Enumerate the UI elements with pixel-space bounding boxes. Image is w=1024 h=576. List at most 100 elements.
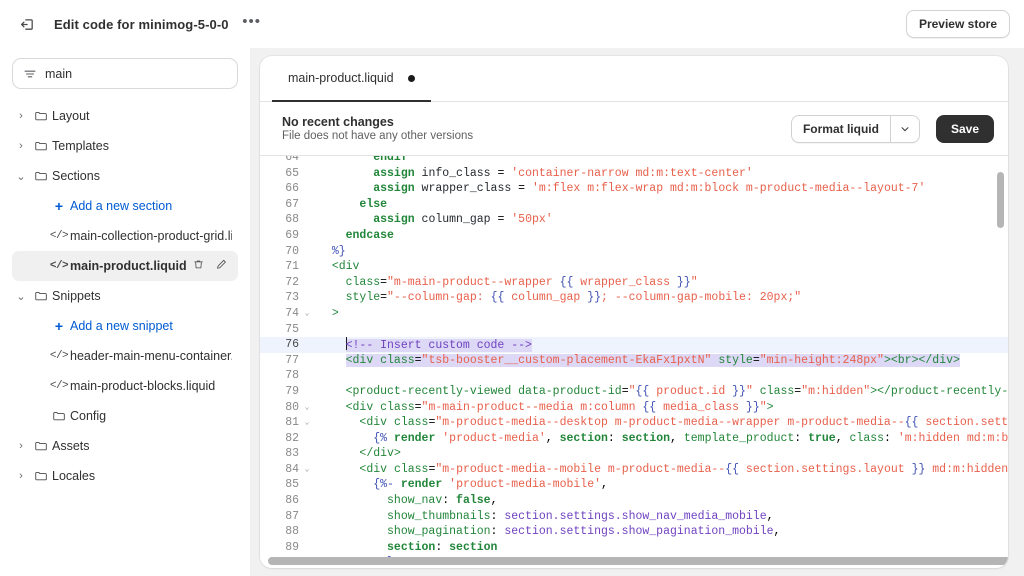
chevron-right-icon[interactable]: › — [12, 110, 30, 122]
line-number: 75 — [285, 322, 299, 336]
file-tree-item-label: main-product.liquid — [70, 259, 187, 273]
vertical-scrollbar[interactable] — [997, 172, 1004, 228]
chevron-right-icon[interactable]: › — [12, 440, 30, 452]
code-line[interactable]: 71 <div — [260, 259, 1008, 275]
code-file-icon: </> — [49, 380, 69, 392]
format-liquid-dropdown-button[interactable] — [889, 115, 919, 142]
file-tree-item-config[interactable]: Config — [12, 401, 238, 431]
code-line-text: <div class="m-main-product--media m:colu… — [345, 400, 774, 414]
code-line-text: <div — [331, 260, 360, 274]
file-tree-item-locales[interactable]: › Locales — [12, 461, 238, 491]
format-liquid-button[interactable]: Format liquid — [792, 116, 890, 142]
code-line[interactable]: 72 class="m-main-product--wrapper {{ wra… — [260, 275, 1008, 291]
line-number: 82 — [285, 431, 299, 445]
code-line-text: {% render 'product-media', section: sect… — [373, 431, 1008, 445]
code-line[interactable]: 85 {%- render 'product-media-mobile', — [260, 477, 1008, 493]
file-tree: › Layout › Templates ⌄ Sections + Add a new sec… — [12, 99, 238, 491]
code-line[interactable]: 86 show_nav: false, — [260, 493, 1008, 509]
code-line[interactable]: 64 endif — [260, 156, 1008, 166]
search-input[interactable]: main — [12, 58, 238, 89]
code-line[interactable]: 75 — [260, 322, 1008, 338]
code-line[interactable]: 74 ⌄ > — [260, 306, 1008, 322]
chevron-down-icon[interactable]: ⌄ — [12, 290, 30, 303]
chevron-right-icon[interactable]: › — [12, 470, 30, 482]
file-tree-item-templates[interactable]: › Templates — [12, 131, 238, 161]
code-line[interactable]: 66 assign wrapper_class = 'm:flex m:flex… — [260, 181, 1008, 197]
file-tree-item-main-collection-product-grid-liquid[interactable]: </>main-collection-product-grid.liquid — [12, 221, 238, 251]
exit-button[interactable] — [12, 9, 42, 39]
file-tree-item-label: Sections — [52, 169, 100, 183]
code-editor[interactable]: 64 endif 65 assign info_class = 'containe… — [260, 156, 1008, 568]
file-tree-item-assets[interactable]: › Assets — [12, 431, 238, 461]
code-line[interactable]: 70 %} — [260, 244, 1008, 260]
app-body: main › Layout › Templates ⌄ Sections + Add a ne… — [0, 48, 1024, 576]
delete-file-button[interactable] — [192, 258, 205, 274]
code-line[interactable]: 73 style="--column-gap: {{ column_gap }}… — [260, 290, 1008, 306]
code-line[interactable]: 84 ⌄ <div class="m-product-media--mobile … — [260, 462, 1008, 478]
file-tree-item-add-a-new-snippet[interactable]: + Add a new snippet — [12, 311, 238, 341]
file-tree-item-main-product-liquid[interactable]: </> main-product.liquid — [12, 251, 238, 281]
code-line[interactable]: 77 <div class="tsb-booster__custom-place… — [260, 353, 1008, 369]
code-line-text: style="--column-gap: {{ column_gap }}; -… — [345, 291, 802, 305]
code-line[interactable]: 68 assign column_gap = '50px' — [260, 212, 1008, 228]
code-line[interactable]: 89 section: section — [260, 540, 1008, 556]
file-tree-item-label: Add a new snippet — [70, 319, 173, 333]
file-tree-item-layout[interactable]: › Layout — [12, 101, 238, 131]
code-line-text: %} — [331, 244, 346, 258]
line-number: 66 — [285, 182, 299, 196]
code-line[interactable]: 79 <product-recently-viewed data-product… — [260, 384, 1008, 400]
line-number: 65 — [285, 166, 299, 180]
code-line-text: <product-recently-viewed data-product-id… — [345, 384, 1008, 398]
chevron-down-icon[interactable]: ⌄ — [12, 170, 30, 183]
save-button[interactable]: Save — [935, 114, 994, 143]
preview-store-button[interactable]: Preview store — [905, 10, 1010, 38]
folder-icon — [30, 169, 52, 183]
code-line[interactable]: 76 <!-- Insert custom code --> — [260, 337, 1008, 353]
line-number: 70 — [285, 244, 299, 258]
horizontal-scrollbar-track[interactable] — [260, 556, 1008, 566]
format-liquid-split-button: Format liquid — [790, 114, 920, 143]
line-number: 68 — [285, 213, 299, 227]
tab-main-product-liquid[interactable]: main-product.liquid — [272, 56, 431, 102]
file-tree-item-add-a-new-section[interactable]: + Add a new section — [12, 191, 238, 221]
code-line-text: <div class="m-product-media--desktop m-p… — [359, 416, 1008, 430]
code-line[interactable]: 87 show_thumbnails: section.settings.sho… — [260, 509, 1008, 525]
line-number: 72 — [285, 275, 299, 289]
rename-file-button[interactable] — [215, 258, 228, 274]
code-line[interactable]: 67 else — [260, 197, 1008, 213]
code-line-text: <div class="m-product-media--mobile m-pr… — [359, 462, 1008, 476]
line-number: 87 — [285, 509, 299, 523]
folder-icon — [30, 289, 52, 303]
code-scroll-area[interactable]: 64 endif 65 assign info_class = 'containe… — [260, 156, 1008, 558]
file-tree-item-label: Snippets — [52, 289, 101, 303]
code-line-text: assign column_gap = '50px' — [373, 213, 553, 227]
code-line[interactable]: 78 — [260, 368, 1008, 384]
code-line[interactable]: 88 show_pagination: section.settings.sho… — [260, 524, 1008, 540]
code-line[interactable]: 65 assign info_class = 'container-narrow… — [260, 166, 1008, 182]
chevron-right-icon[interactable]: › — [12, 140, 30, 152]
file-tree-item-main-product-blocks-liquid[interactable]: </> main-product-blocks.liquid — [12, 371, 238, 401]
file-tree-item-header-main-menu-container-liquid[interactable]: </>header-main-menu-container.liquid — [12, 341, 238, 371]
file-tree-item-snippets[interactable]: ⌄ Snippets — [12, 281, 238, 311]
line-number: 74 ⌄ — [260, 306, 309, 322]
horizontal-scrollbar[interactable] — [268, 557, 1008, 565]
line-number: 80 ⌄ — [260, 400, 309, 416]
editor-pane: main-product.liquid No recent changes Fi… — [250, 48, 1024, 576]
file-tree-item-sections[interactable]: ⌄ Sections — [12, 161, 238, 191]
code-lines: 64 endif 65 assign info_class = 'containe… — [260, 156, 1008, 558]
chevron-down-icon — [901, 126, 909, 131]
code-line[interactable]: 82 {% render 'product-media', section: s… — [260, 431, 1008, 447]
code-line[interactable]: 81 ⌄ <div class="m-product-media--desktop… — [260, 415, 1008, 431]
code-line-text — [304, 368, 1008, 384]
plus-icon: + — [54, 318, 64, 334]
more-options-button[interactable]: ••• — [239, 11, 265, 37]
line-number: 73 — [285, 291, 299, 305]
line-number: 86 — [285, 494, 299, 508]
selected-text: <!-- Insert custom code --> — [345, 337, 532, 353]
code-line[interactable]: 69 endcase — [260, 228, 1008, 244]
code-line-text: assign wrapper_class = 'm:flex m:flex-wr… — [373, 182, 926, 196]
file-tree-sidebar: main › Layout › Templates ⌄ Sections + Add a ne… — [0, 48, 250, 576]
code-line[interactable]: 80 ⌄ <div class="m-main-product--media m:… — [260, 400, 1008, 416]
code-line[interactable]: 83 </div> — [260, 446, 1008, 462]
code-line-text: else — [359, 197, 388, 211]
